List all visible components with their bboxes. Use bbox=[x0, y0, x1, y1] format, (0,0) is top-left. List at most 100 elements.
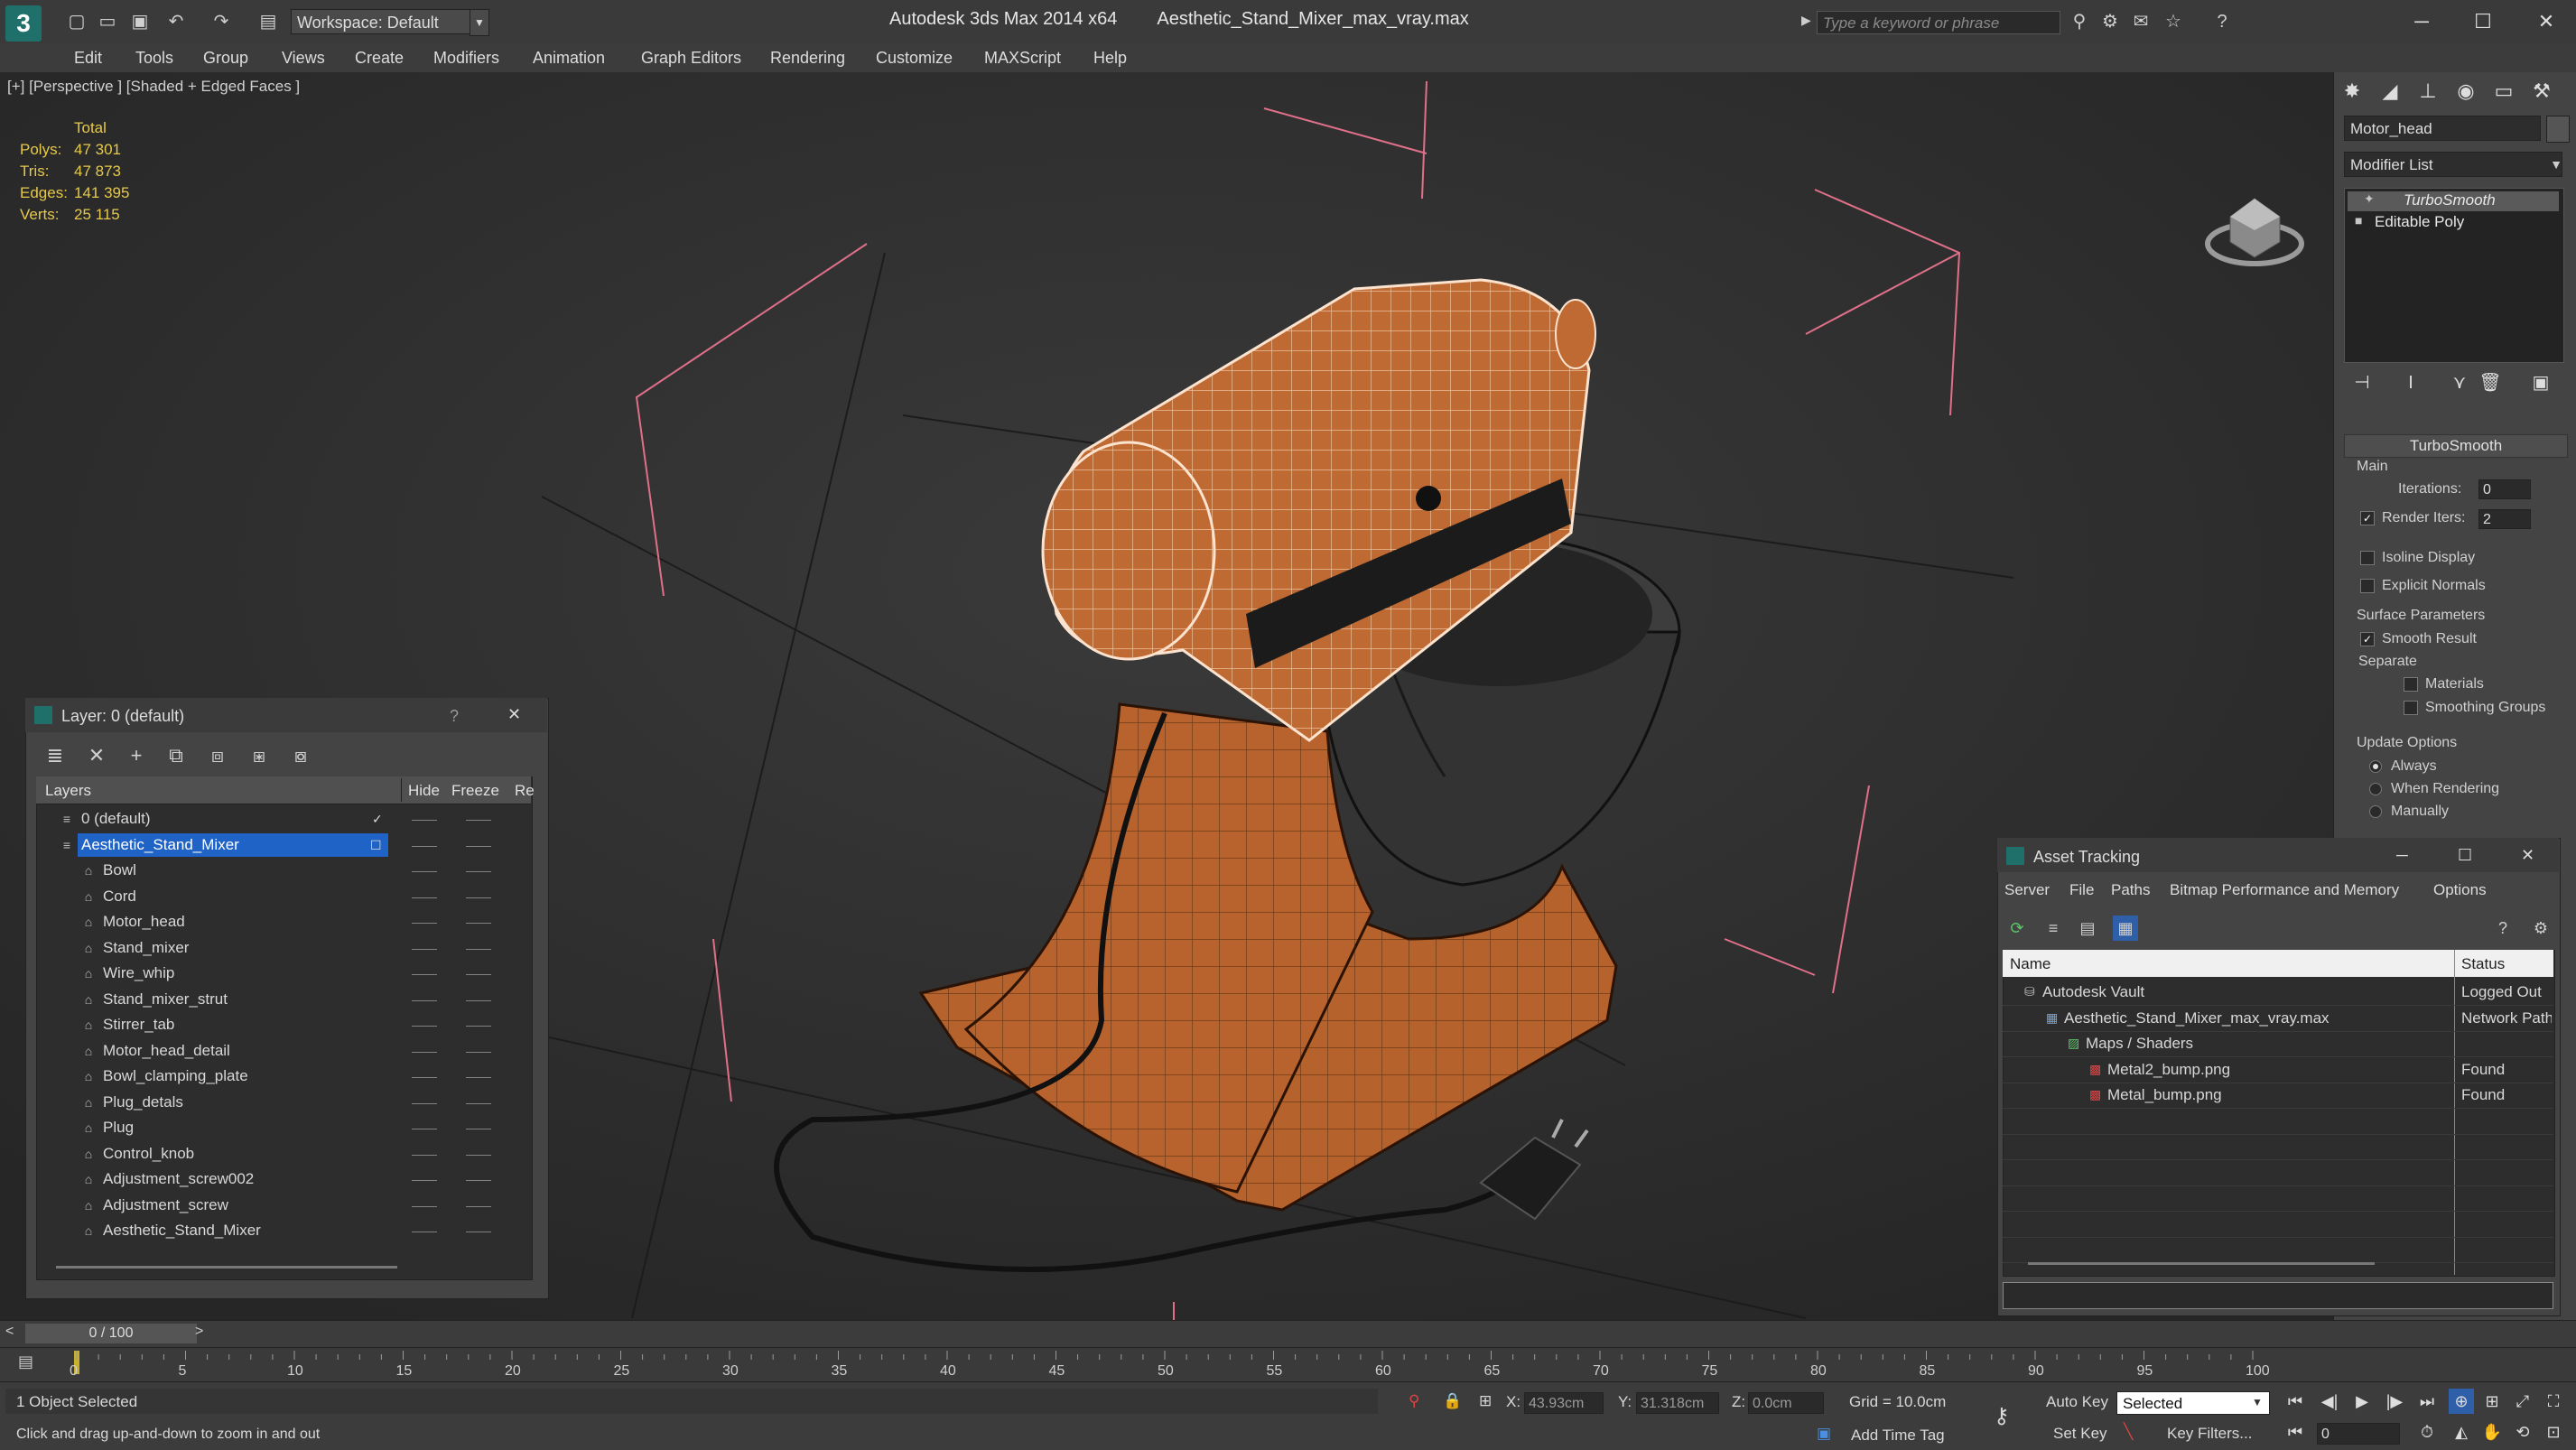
render-iters-checkbox[interactable]: ✓ bbox=[2360, 511, 2375, 525]
maxscript-listener[interactable] bbox=[5, 1389, 1378, 1414]
render-iters-spinner[interactable]: 2 bbox=[2478, 509, 2531, 529]
minimize-button[interactable]: ─ bbox=[2395, 5, 2449, 38]
zoom-icon[interactable]: ⊕ bbox=[2449, 1389, 2474, 1414]
freeze-toggle[interactable]: —— bbox=[466, 885, 491, 908]
stack-item-turbosmooth[interactable]: TurboSmooth bbox=[2404, 191, 2496, 209]
create-tab-icon[interactable]: ✸ bbox=[2337, 76, 2367, 107]
key-mode-icon[interactable]: ⏮ bbox=[2283, 1419, 2308, 1445]
freeze-toggle[interactable]: —— bbox=[466, 1064, 491, 1088]
zoom-all-icon[interactable]: ⊞ bbox=[2479, 1389, 2505, 1414]
remove-modifier-icon[interactable]: 🗑 bbox=[2478, 370, 2503, 395]
auto-key-button[interactable]: Auto Key bbox=[2046, 1393, 2108, 1411]
isoline-display-checkbox[interactable] bbox=[2360, 551, 2375, 565]
freeze-toggle[interactable]: —— bbox=[466, 859, 491, 882]
freeze-toggle[interactable]: —— bbox=[466, 936, 491, 960]
iterations-spinner[interactable]: 0 bbox=[2478, 479, 2531, 499]
menu-modifiers[interactable]: Modifiers bbox=[433, 49, 499, 68]
layer-row[interactable]: ⌂ Bowl —— —— bbox=[38, 859, 529, 884]
menu-group[interactable]: Group bbox=[203, 49, 248, 68]
motion-tab-icon[interactable]: ◉ bbox=[2450, 76, 2481, 107]
prev-frame-icon[interactable]: < bbox=[5, 1324, 14, 1340]
menu-rendering[interactable]: Rendering bbox=[770, 49, 845, 68]
asset-maximize-button[interactable]: ☐ bbox=[2458, 846, 2472, 865]
hide-toggle[interactable]: —— bbox=[412, 1194, 437, 1217]
hide-toggle[interactable]: —— bbox=[412, 1039, 437, 1063]
time-tag-icon[interactable]: ▣ bbox=[1817, 1425, 1831, 1443]
show-end-result-icon[interactable]: I bbox=[2398, 370, 2423, 395]
maximize-button[interactable]: ☐ bbox=[2456, 5, 2510, 38]
delete-layer-icon[interactable]: ✕ bbox=[83, 742, 110, 769]
hide-toggle[interactable]: —— bbox=[412, 859, 437, 882]
hide-toggle[interactable]: —— bbox=[412, 910, 437, 934]
search-expand-icon[interactable]: ▶ bbox=[1801, 13, 1812, 31]
make-unique-icon[interactable]: ⋎ bbox=[2447, 370, 2472, 395]
menu-animation[interactable]: Animation bbox=[533, 49, 605, 68]
menu-customize[interactable]: Customize bbox=[876, 49, 953, 68]
create-layer-icon[interactable]: ≣ bbox=[42, 742, 69, 769]
chevron-down-icon[interactable]: ▼ bbox=[2546, 152, 2566, 177]
field-of-view-icon[interactable]: ◭ bbox=[2449, 1419, 2474, 1445]
hide-toggle[interactable]: —— bbox=[412, 1091, 437, 1114]
freeze-all-layers-icon[interactable]: ⧇ bbox=[287, 742, 314, 769]
layer-row[interactable]: ≡ 0 (default) ✓ —— —— bbox=[38, 807, 529, 832]
go-to-start-icon[interactable]: ⏮ bbox=[2283, 1389, 2308, 1414]
set-current-layer-box[interactable]: ☐ bbox=[370, 833, 382, 857]
object-name-field[interactable]: Motor_head bbox=[2344, 116, 2541, 141]
freeze-toggle[interactable]: —— bbox=[466, 1194, 491, 1217]
time-config-icon[interactable]: ⏱ bbox=[2414, 1419, 2440, 1445]
col-hide[interactable]: Hide bbox=[408, 782, 440, 800]
save-file-icon[interactable]: ▣ bbox=[128, 11, 152, 33]
freeze-toggle[interactable]: —— bbox=[466, 1116, 491, 1139]
asset-menu-bitmap[interactable]: Bitmap Performance and Memory bbox=[2170, 881, 2399, 899]
hide-toggle[interactable]: —— bbox=[412, 807, 437, 831]
display-tab-icon[interactable]: ▭ bbox=[2488, 76, 2519, 107]
hide-all-layers-icon[interactable]: ⧆ bbox=[246, 742, 273, 769]
freeze-toggle[interactable]: —— bbox=[466, 1167, 491, 1191]
freeze-toggle[interactable]: —— bbox=[466, 1219, 491, 1242]
hierarchy-tab-icon[interactable]: ⊥ bbox=[2413, 76, 2443, 107]
asset-settings-icon[interactable]: ⚙ bbox=[2528, 916, 2553, 941]
asset-menu-file[interactable]: File bbox=[2069, 881, 2094, 899]
control-knob[interactable] bbox=[1416, 486, 1441, 511]
key-filters-button[interactable]: Key Filters... bbox=[2167, 1425, 2252, 1443]
current-frame-field[interactable]: 0 bbox=[2317, 1423, 2400, 1445]
asset-menu-server[interactable]: Server bbox=[2004, 881, 2050, 899]
hide-toggle[interactable]: —— bbox=[412, 1064, 437, 1088]
go-to-end-icon[interactable]: ⏭ bbox=[2414, 1389, 2440, 1414]
open-file-icon[interactable]: ▭ bbox=[96, 11, 119, 33]
workspace-dropdown[interactable]: Workspace: Default bbox=[291, 9, 471, 34]
asset-help-icon[interactable]: ? bbox=[2490, 916, 2516, 941]
y-coord-field[interactable]: 31.318cm bbox=[1636, 1392, 1719, 1414]
previous-key-icon[interactable]: ◀| bbox=[2317, 1389, 2342, 1414]
time-slider[interactable] bbox=[0, 1320, 2576, 1348]
hide-toggle[interactable]: —— bbox=[412, 1013, 437, 1036]
asset-col-status[interactable]: Status bbox=[2461, 955, 2505, 973]
table-view-icon[interactable]: ▦ bbox=[2113, 916, 2138, 941]
help-icon[interactable]: ? bbox=[2210, 11, 2234, 33]
new-file-icon[interactable]: ▢ bbox=[65, 11, 88, 33]
smoothing-groups-checkbox[interactable] bbox=[2404, 701, 2418, 715]
freeze-toggle[interactable]: —— bbox=[466, 1142, 491, 1166]
hide-toggle[interactable]: —— bbox=[412, 1219, 437, 1242]
isolate-icon[interactable]: ⚲ bbox=[1409, 1392, 1419, 1410]
search-input[interactable]: Type a keyword or phrase bbox=[1817, 11, 2060, 34]
freeze-toggle[interactable]: —— bbox=[466, 1091, 491, 1114]
menu-edit[interactable]: Edit bbox=[74, 49, 102, 68]
freeze-toggle[interactable]: —— bbox=[466, 910, 491, 934]
update-when-rendering-radio[interactable] bbox=[2369, 783, 2382, 795]
object-color-swatch[interactable] bbox=[2546, 116, 2570, 143]
add-to-layer-icon[interactable]: + bbox=[123, 742, 150, 769]
layer-row[interactable]: ⌂ Bowl_clamping_plate —— —— bbox=[38, 1064, 529, 1090]
project-folder-icon[interactable]: ▤ bbox=[256, 11, 280, 33]
freeze-toggle[interactable]: —— bbox=[466, 1013, 491, 1036]
asset-menu-paths[interactable]: Paths bbox=[2111, 881, 2150, 899]
utilities-tab-icon[interactable]: ⚒ bbox=[2526, 76, 2557, 107]
binoculars-icon[interactable]: ⚲ bbox=[2068, 11, 2091, 33]
layer-row[interactable]: ⌂ Control_knob —— —— bbox=[38, 1142, 529, 1167]
layer-row[interactable]: ⌂ Plug —— —— bbox=[38, 1116, 529, 1141]
layer-row[interactable]: ⌂ Adjustment_screw002 —— —— bbox=[38, 1167, 529, 1193]
layer-row[interactable]: ⌂ Plug_detals —— —— bbox=[38, 1091, 529, 1116]
hide-toggle[interactable]: —— bbox=[412, 1142, 437, 1166]
next-key-icon[interactable]: |▶ bbox=[2382, 1389, 2407, 1414]
lock-selection-icon[interactable]: 🔒 bbox=[1443, 1392, 1462, 1410]
